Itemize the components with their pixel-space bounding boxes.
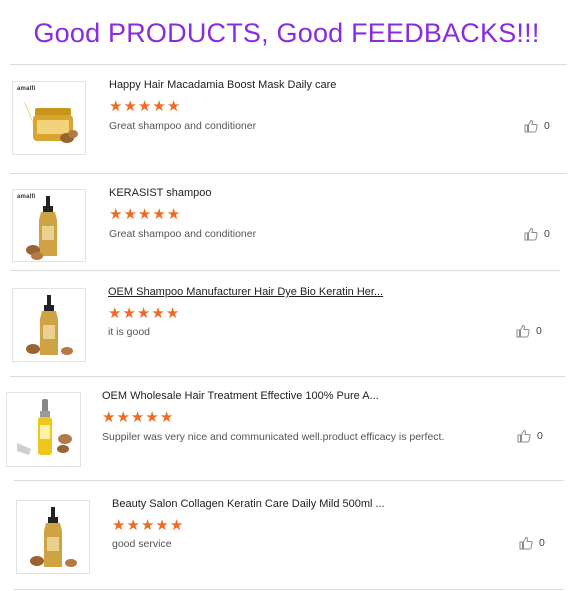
product-thumbnail[interactable] xyxy=(12,288,86,362)
star-icon: ★ xyxy=(123,205,137,223)
thumbs-up-icon xyxy=(517,429,531,443)
star-icon: ★ xyxy=(145,408,159,426)
star-icon: ★ xyxy=(137,97,152,115)
like-button[interactable]: 0 xyxy=(517,428,543,444)
product-thumbnail[interactable]: amalfi xyxy=(12,189,86,262)
thumbs-up-icon xyxy=(524,227,538,241)
oil-dropper-product-image xyxy=(17,399,72,455)
bottle-product-image xyxy=(30,507,77,567)
product-thumbnail[interactable] xyxy=(6,392,81,467)
rating-stars: ★★★★★ xyxy=(112,516,184,534)
like-button[interactable]: 0 xyxy=(524,226,550,242)
review-comment: good service xyxy=(112,538,172,550)
review-comment: Great shampoo and conditioner xyxy=(109,120,257,132)
jar-product-image xyxy=(23,100,78,143)
thumbs-up-icon xyxy=(516,324,530,338)
rating-stars: ★★★★★ xyxy=(109,97,181,115)
star-icon: ★ xyxy=(165,304,180,322)
star-icon: ★ xyxy=(169,516,184,534)
page-title: Good PRODUCTS, Good FEEDBACKS!!! xyxy=(33,18,540,48)
like-button[interactable]: 0 xyxy=(516,323,542,339)
star-icon: ★ xyxy=(166,205,181,223)
star-icon: ★ xyxy=(136,304,151,322)
like-count: 0 xyxy=(536,325,542,337)
star-icon: ★ xyxy=(109,97,123,115)
star-icon: ★ xyxy=(126,516,140,534)
review-comment: it is good xyxy=(108,326,151,338)
product-name-link[interactable]: OEM Wholesale Hair Treatment Effective 1… xyxy=(102,390,379,402)
like-count: 0 xyxy=(544,120,550,132)
rating-stars: ★★★★★ xyxy=(102,408,174,426)
divider xyxy=(10,64,567,65)
star-icon: ★ xyxy=(152,97,166,115)
star-icon: ★ xyxy=(166,97,181,115)
star-icon: ★ xyxy=(122,304,136,322)
review-comment: Great shampoo and conditioner xyxy=(109,228,257,240)
star-icon: ★ xyxy=(112,516,126,534)
divider xyxy=(10,270,560,271)
bottle-product-image xyxy=(26,295,73,355)
divider xyxy=(14,589,564,590)
product-name-link[interactable]: OEM Shampoo Manufacturer Hair Dye Bio Ke… xyxy=(108,286,383,298)
product-name-link[interactable]: Happy Hair Macadamia Boost Mask Daily ca… xyxy=(109,79,336,91)
divider xyxy=(10,376,565,377)
star-icon: ★ xyxy=(151,304,165,322)
star-icon: ★ xyxy=(130,408,145,426)
product-name-link[interactable]: Beauty Salon Collagen Keratin Care Daily… xyxy=(112,498,385,510)
like-button[interactable]: 0 xyxy=(519,535,545,551)
star-icon: ★ xyxy=(108,304,122,322)
product-thumbnail[interactable]: amalfi xyxy=(12,81,86,155)
star-icon: ★ xyxy=(155,516,169,534)
review-comment: Suppiler was very nice and communicated … xyxy=(102,431,445,443)
star-icon: ★ xyxy=(140,516,155,534)
rating-stars: ★★★★★ xyxy=(109,205,181,223)
like-count: 0 xyxy=(539,537,545,549)
like-count: 0 xyxy=(544,228,550,240)
thumbs-up-icon xyxy=(524,119,538,133)
divider xyxy=(10,173,567,174)
thumbs-up-icon xyxy=(519,536,533,550)
product-thumbnail[interactable] xyxy=(16,500,90,574)
star-icon: ★ xyxy=(123,97,137,115)
star-icon: ★ xyxy=(152,205,166,223)
star-icon: ★ xyxy=(116,408,130,426)
like-button[interactable]: 0 xyxy=(524,118,550,134)
rating-stars: ★★★★★ xyxy=(108,304,180,322)
star-icon: ★ xyxy=(159,408,174,426)
product-name-link[interactable]: KERASIST shampoo xyxy=(109,187,212,199)
divider xyxy=(14,480,564,481)
bottle-product-image xyxy=(26,196,57,260)
star-icon: ★ xyxy=(137,205,152,223)
star-icon: ★ xyxy=(109,205,123,223)
star-icon: ★ xyxy=(102,408,116,426)
like-count: 0 xyxy=(537,430,543,442)
